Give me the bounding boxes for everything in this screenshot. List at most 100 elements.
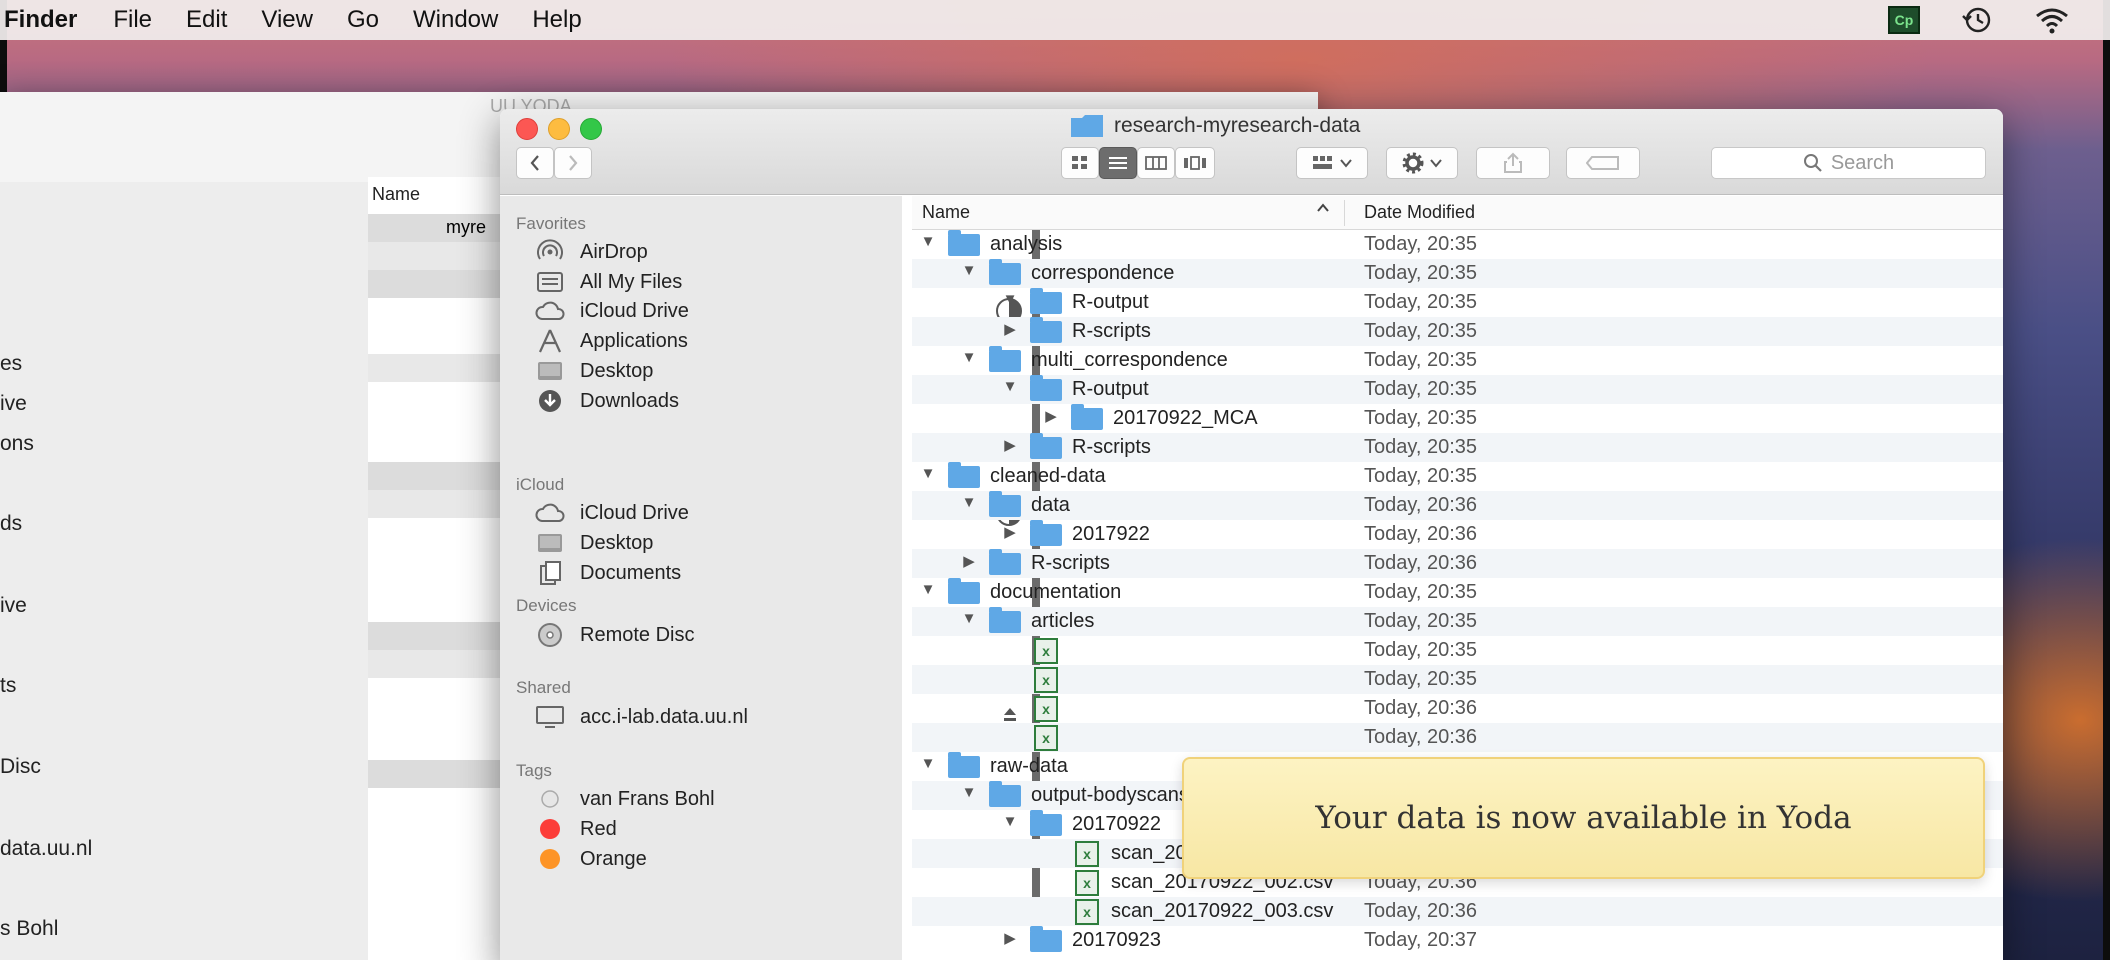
folder-icon bbox=[948, 578, 980, 604]
sidebar-item-tag-red[interactable]: Red bbox=[532, 814, 617, 844]
maximize-button[interactable] bbox=[580, 118, 602, 140]
sidebar-item-applications[interactable]: Applications bbox=[532, 326, 688, 356]
file-row[interactable]: x Today, 20:36 bbox=[912, 694, 2003, 723]
folder-row[interactable]: ▼ analysis Today, 20:35 bbox=[912, 230, 2003, 259]
tags-button[interactable] bbox=[1566, 147, 1640, 179]
disclosure-collapsed-icon[interactable]: ▶ bbox=[1043, 407, 1059, 425]
disclosure-expanded-icon[interactable]: ▼ bbox=[1002, 291, 1018, 308]
sort-ascending-icon[interactable] bbox=[1316, 202, 1330, 214]
minimize-button[interactable] bbox=[548, 118, 570, 140]
sidebar-item-icloud-drive[interactable]: iCloud Drive bbox=[532, 498, 689, 528]
folder-row[interactable]: ▼ cleaned-data Today, 20:35 bbox=[912, 462, 2003, 491]
folder-row[interactable]: ▶ 20170922_MCA Today, 20:35 bbox=[912, 404, 2003, 433]
menu-go[interactable]: Go bbox=[347, 6, 379, 34]
menu-edit[interactable]: Edit bbox=[186, 6, 227, 34]
disclosure-expanded-icon[interactable]: ▼ bbox=[961, 349, 977, 366]
time-machine-icon[interactable] bbox=[1960, 6, 1994, 34]
bg-sidebar-fragment[interactable]: Disc bbox=[0, 755, 41, 779]
close-button[interactable] bbox=[516, 118, 538, 140]
background-name-header[interactable]: Name bbox=[372, 184, 420, 205]
sidebar-item-shared-server[interactable]: acc.i-lab.data.uu.nl bbox=[532, 702, 748, 732]
disclosure-expanded-icon[interactable]: ▼ bbox=[1002, 378, 1018, 395]
folder-row[interactable]: ▼ correspondence Today, 20:35 bbox=[912, 259, 2003, 288]
sidebar-item-all-my-files[interactable]: All My Files bbox=[532, 267, 682, 297]
disclosure-collapsed-icon[interactable]: ▶ bbox=[1002, 436, 1018, 454]
window-titlebar[interactable]: research-myresearch-data Search bbox=[500, 109, 2003, 195]
action-button[interactable] bbox=[1386, 147, 1458, 179]
sidebar-item-documents[interactable]: Documents bbox=[532, 558, 681, 588]
disclosure-expanded-icon[interactable]: ▼ bbox=[961, 610, 977, 627]
file-row[interactable]: x Today, 20:35 bbox=[912, 636, 2003, 665]
folder-icon bbox=[948, 462, 980, 488]
folder-row[interactable]: ▼ articles Today, 20:35 bbox=[912, 607, 2003, 636]
date-modified-column-header[interactable]: Date Modified bbox=[1364, 202, 1475, 223]
sidebar-item-tag-orange[interactable]: Orange bbox=[532, 844, 647, 874]
airdrop-icon bbox=[532, 239, 568, 265]
sidebar-item-airdrop[interactable]: AirDrop bbox=[532, 237, 648, 267]
folder-row[interactable]: ▶ R-scripts Today, 20:35 bbox=[912, 433, 2003, 462]
forward-button[interactable] bbox=[554, 147, 592, 179]
folder-row[interactable]: ▼ multi_correspondence Today, 20:35 bbox=[912, 346, 2003, 375]
status-area: Cp bbox=[1888, 6, 2070, 34]
folder-row[interactable]: ▼ R-output Today, 20:35 bbox=[912, 375, 2003, 404]
folder-row[interactable]: ▶ R-scripts Today, 20:36 bbox=[912, 549, 2003, 578]
folder-row[interactable]: ▶ 20170923 Today, 20:37 bbox=[912, 926, 2003, 955]
disclosure-expanded-icon[interactable]: ▼ bbox=[920, 465, 936, 482]
disclosure-collapsed-icon[interactable]: ▶ bbox=[1002, 320, 1018, 338]
folder-row[interactable]: ▼ data Today, 20:36 bbox=[912, 491, 2003, 520]
disclosure-expanded-icon[interactable]: ▼ bbox=[961, 262, 977, 279]
bg-sidebar-fragment[interactable]: ive bbox=[0, 392, 27, 416]
file-row[interactable]: x Today, 20:35 bbox=[912, 665, 2003, 694]
arrange-button[interactable] bbox=[1296, 147, 1368, 179]
bg-sidebar-fragment[interactable]: es bbox=[0, 352, 22, 376]
bg-sidebar-fragment[interactable]: s Bohl bbox=[0, 917, 58, 941]
sidebar-label: Documents bbox=[580, 561, 682, 584]
disclosure-expanded-icon[interactable]: ▼ bbox=[1002, 813, 1018, 830]
disclosure-collapsed-icon[interactable]: ▶ bbox=[961, 552, 977, 570]
bg-sidebar-fragment[interactable]: ive bbox=[0, 594, 27, 618]
cp-app-icon[interactable]: Cp bbox=[1888, 6, 1920, 34]
disclosure-expanded-icon[interactable]: ▼ bbox=[920, 233, 936, 250]
menu-file[interactable]: File bbox=[113, 6, 152, 34]
sidebar-item-downloads[interactable]: Downloads bbox=[532, 386, 679, 416]
menu-help[interactable]: Help bbox=[532, 6, 581, 34]
disclosure-collapsed-icon[interactable]: ▶ bbox=[1002, 523, 1018, 541]
back-button[interactable] bbox=[516, 147, 554, 179]
bg-sidebar-fragment[interactable]: ds bbox=[0, 512, 22, 536]
folder-row[interactable]: ▼ R-output Today, 20:35 bbox=[912, 288, 2003, 317]
icon-view-button[interactable] bbox=[1061, 147, 1099, 179]
column-view-button[interactable] bbox=[1137, 147, 1175, 179]
wifi-icon[interactable] bbox=[2034, 6, 2070, 34]
column-divider[interactable] bbox=[1344, 200, 1345, 226]
menu-app-name[interactable]: Finder bbox=[4, 6, 77, 34]
row-date-modified: Today, 20:35 bbox=[1364, 262, 1478, 284]
finder-window[interactable]: research-myresearch-data Search Favorite… bbox=[500, 109, 2003, 960]
folder-row[interactable]: ▶ R-scripts Today, 20:35 bbox=[912, 317, 2003, 346]
list-view-button[interactable] bbox=[1099, 147, 1137, 179]
bg-sidebar-fragment[interactable]: ons bbox=[0, 432, 34, 456]
disclosure-expanded-icon[interactable]: ▼ bbox=[961, 784, 977, 801]
file-row[interactable]: x Today, 20:36 bbox=[912, 723, 2003, 752]
disclosure-expanded-icon[interactable]: ▼ bbox=[920, 581, 936, 598]
menu-window[interactable]: Window bbox=[413, 6, 498, 34]
sidebar-label: All My Files bbox=[580, 270, 683, 293]
row-name: 2017922 bbox=[1072, 523, 1150, 545]
file-row[interactable]: x scan_20170922_003.csv Today, 20:36 bbox=[912, 897, 2003, 926]
disclosure-expanded-icon[interactable]: ▼ bbox=[920, 755, 936, 772]
sidebar-item-desktop[interactable]: Desktop bbox=[532, 356, 653, 386]
sidebar-item-remote-disc[interactable]: Remote Disc bbox=[532, 620, 694, 650]
sidebar-item-icloud-desktop[interactable]: Desktop bbox=[532, 528, 653, 558]
disclosure-expanded-icon[interactable]: ▼ bbox=[961, 494, 977, 511]
menu-view[interactable]: View bbox=[261, 6, 313, 34]
name-column-header[interactable]: Name bbox=[922, 202, 970, 223]
sidebar-item-tag-van-frans-bohl[interactable]: van Frans Bohl bbox=[532, 784, 715, 814]
bg-sidebar-fragment[interactable]: ts bbox=[0, 674, 16, 698]
cover-flow-button[interactable] bbox=[1175, 147, 1215, 179]
bg-sidebar-fragment[interactable]: data.uu.nl bbox=[0, 837, 92, 861]
sidebar-item-icloud-drive[interactable]: iCloud Drive bbox=[532, 296, 689, 326]
share-button[interactable] bbox=[1476, 147, 1550, 179]
disclosure-collapsed-icon[interactable]: ▶ bbox=[1002, 929, 1018, 947]
search-field[interactable]: Search bbox=[1711, 147, 1986, 179]
folder-row[interactable]: ▼ documentation Today, 20:35 bbox=[912, 578, 2003, 607]
folder-row[interactable]: ▶ 2017922 Today, 20:36 bbox=[912, 520, 2003, 549]
